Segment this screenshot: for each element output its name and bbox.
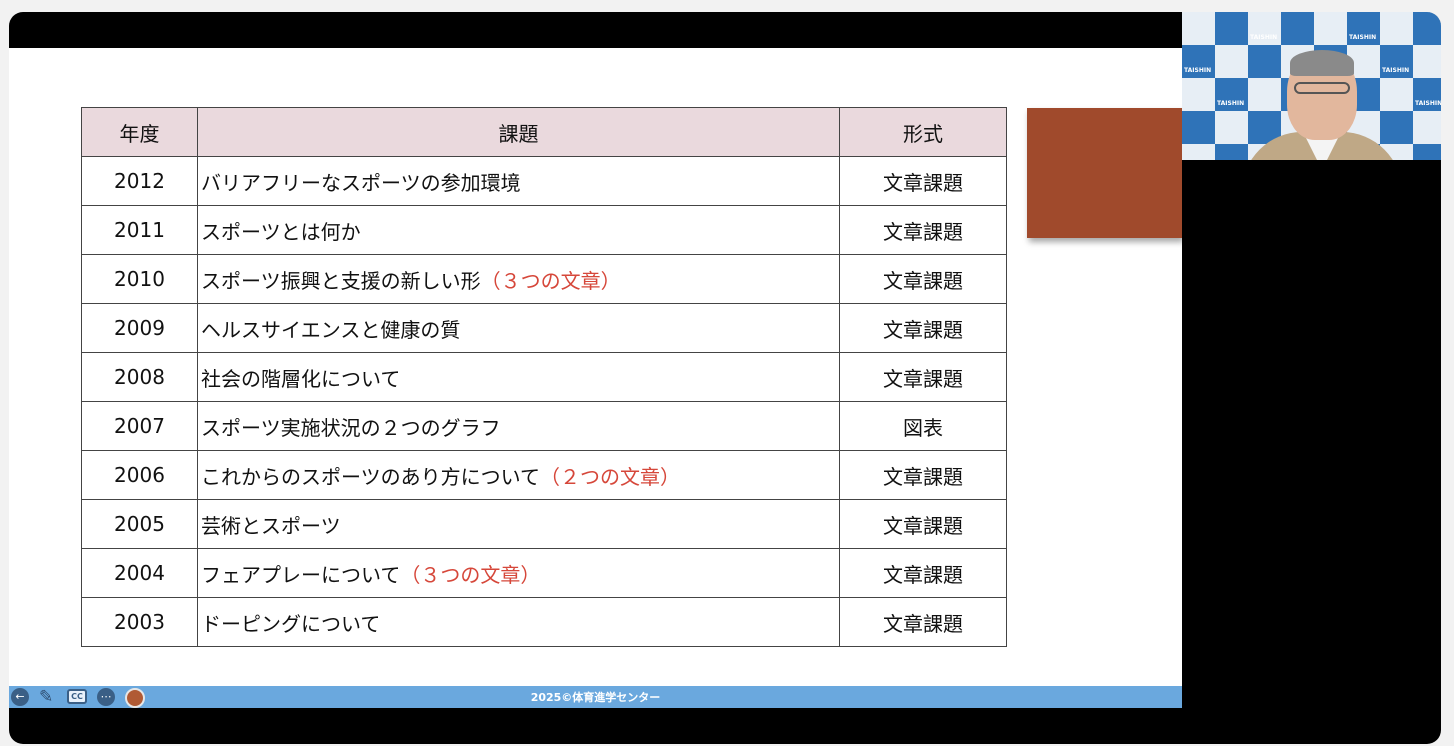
row-topic: 社会の階層化について — [197, 352, 840, 402]
webcam-view: TAISHIN TAISHIN TAISHIN TAISHIN TAISHIN … — [1182, 12, 1441, 160]
row-year: 2010 — [81, 254, 198, 304]
header-format: 形式 — [839, 107, 1007, 157]
row-topic: これからのスポーツのあり方について（２つの文章） — [197, 450, 840, 500]
row-year: 2012 — [81, 156, 198, 206]
topics-table: 年度 課題 形式 2012 バリアフリーなスポーツの参加環境 文章課題 2011 スポー… — [81, 107, 1007, 647]
row-topic: スポーツ実施状況の２つのグラフ — [197, 401, 840, 451]
table-row: 2006 これからのスポーツのあり方について（２つの文章） 文章課題 — [81, 450, 1007, 500]
backdrop-brand: TAISHIN — [1415, 100, 1441, 107]
row-topic-text: スポーツ振興と支援の新しい形 — [201, 268, 481, 293]
row-topic: スポーツ振興と支援の新しい形（３つの文章） — [197, 254, 840, 304]
row-format: 文章課題 — [839, 499, 1007, 549]
row-year: 2009 — [81, 303, 198, 353]
row-topic-text: スポーツ実施状況の２つのグラフ — [201, 415, 501, 440]
row-format: 文章課題 — [839, 597, 1007, 647]
row-topic-text: ドーピングについて — [201, 611, 381, 636]
presentation-toolbar: ← ✎ CC ⋯ 2025©体育進学センター — [9, 686, 1182, 708]
row-topic-text: 芸術とスポーツ — [201, 513, 341, 538]
row-topic-note: （３つの文章） — [480, 268, 621, 293]
row-format: 文章課題 — [839, 254, 1007, 304]
backdrop-brand: TAISHIN — [1184, 67, 1212, 74]
header-year: 年度 — [81, 107, 198, 157]
table-row: 2009 ヘルスサイエンスと健康の質 文章課題 — [81, 303, 1007, 353]
row-topic: フェアプレーについて（３つの文章） — [197, 548, 840, 598]
row-topic-note: （２つの文章） — [540, 464, 680, 489]
row-year: 2007 — [81, 401, 198, 451]
header-topic: 課題 — [197, 107, 840, 157]
backdrop-brand: TAISHIN — [1217, 100, 1245, 107]
row-year: 2011 — [81, 205, 198, 255]
row-topic: ドーピングについて — [197, 597, 840, 647]
row-format: 文章課題 — [839, 303, 1007, 353]
row-format: 文章課題 — [839, 352, 1007, 402]
table-row: 2012 バリアフリーなスポーツの参加環境 文章課題 — [81, 156, 1007, 206]
row-topic-text: フェアプレーについて — [201, 562, 401, 587]
table-row: 2004 フェアプレーについて（３つの文章） 文章課題 — [81, 548, 1007, 598]
row-year: 2005 — [81, 499, 198, 549]
presenter-glasses — [1294, 82, 1350, 94]
table-header-row: 年度 課題 形式 — [81, 107, 1007, 157]
footer-copyright: 2025©体育進学センター — [530, 691, 661, 704]
row-topic-text: ヘルスサイエンスと健康の質 — [201, 317, 461, 342]
row-topic: バリアフリーなスポーツの参加環境 — [197, 156, 840, 206]
backdrop-brand: TAISHIN — [1349, 34, 1377, 41]
table-row: 2011 スポーツとは何か 文章課題 — [81, 205, 1007, 255]
row-topic-text: バリアフリーなスポーツの参加環境 — [201, 170, 521, 195]
row-year: 2003 — [81, 597, 198, 647]
row-year: 2008 — [81, 352, 198, 402]
row-topic-text: 社会の階層化について — [201, 366, 401, 391]
row-format: 文章課題 — [839, 548, 1007, 598]
row-year: 2006 — [81, 450, 198, 500]
row-topic: 芸術とスポーツ — [197, 499, 840, 549]
backdrop-brand: TAISHIN — [1382, 67, 1410, 74]
row-topic-text: これからのスポーツのあり方について — [201, 464, 540, 489]
row-format: 図表 — [839, 401, 1007, 451]
backdrop-brand: TAISHIN — [1250, 34, 1278, 41]
presentation-window: 年度 課題 形式 2012 バリアフリーなスポーツの参加環境 文章課題 2011 スポー… — [9, 12, 1441, 744]
table-row: 2005 芸術とスポーツ 文章課題 — [81, 499, 1007, 549]
row-format: 文章課題 — [839, 450, 1007, 500]
table-row: 2008 社会の階層化について 文章課題 — [81, 352, 1007, 402]
row-format: 文章課題 — [839, 205, 1007, 255]
presenter-hair — [1290, 50, 1354, 76]
table-row: 2007 スポーツ実施状況の２つのグラフ 図表 — [81, 401, 1007, 451]
table-row: 2010 スポーツ振興と支援の新しい形（３つの文章） 文章課題 — [81, 254, 1007, 304]
row-topic-note: （３つの文章） — [400, 562, 541, 587]
slide: 年度 課題 形式 2012 バリアフリーなスポーツの参加環境 文章課題 2011 スポー… — [9, 48, 1182, 686]
row-topic: スポーツとは何か — [197, 205, 840, 255]
accent-block — [1027, 108, 1182, 238]
row-topic: ヘルスサイエンスと健康の質 — [197, 303, 840, 353]
row-format: 文章課題 — [839, 156, 1007, 206]
row-year: 2004 — [81, 548, 198, 598]
table-row: 2003 ドーピングについて 文章課題 — [81, 597, 1007, 647]
row-topic-text: スポーツとは何か — [201, 219, 361, 244]
